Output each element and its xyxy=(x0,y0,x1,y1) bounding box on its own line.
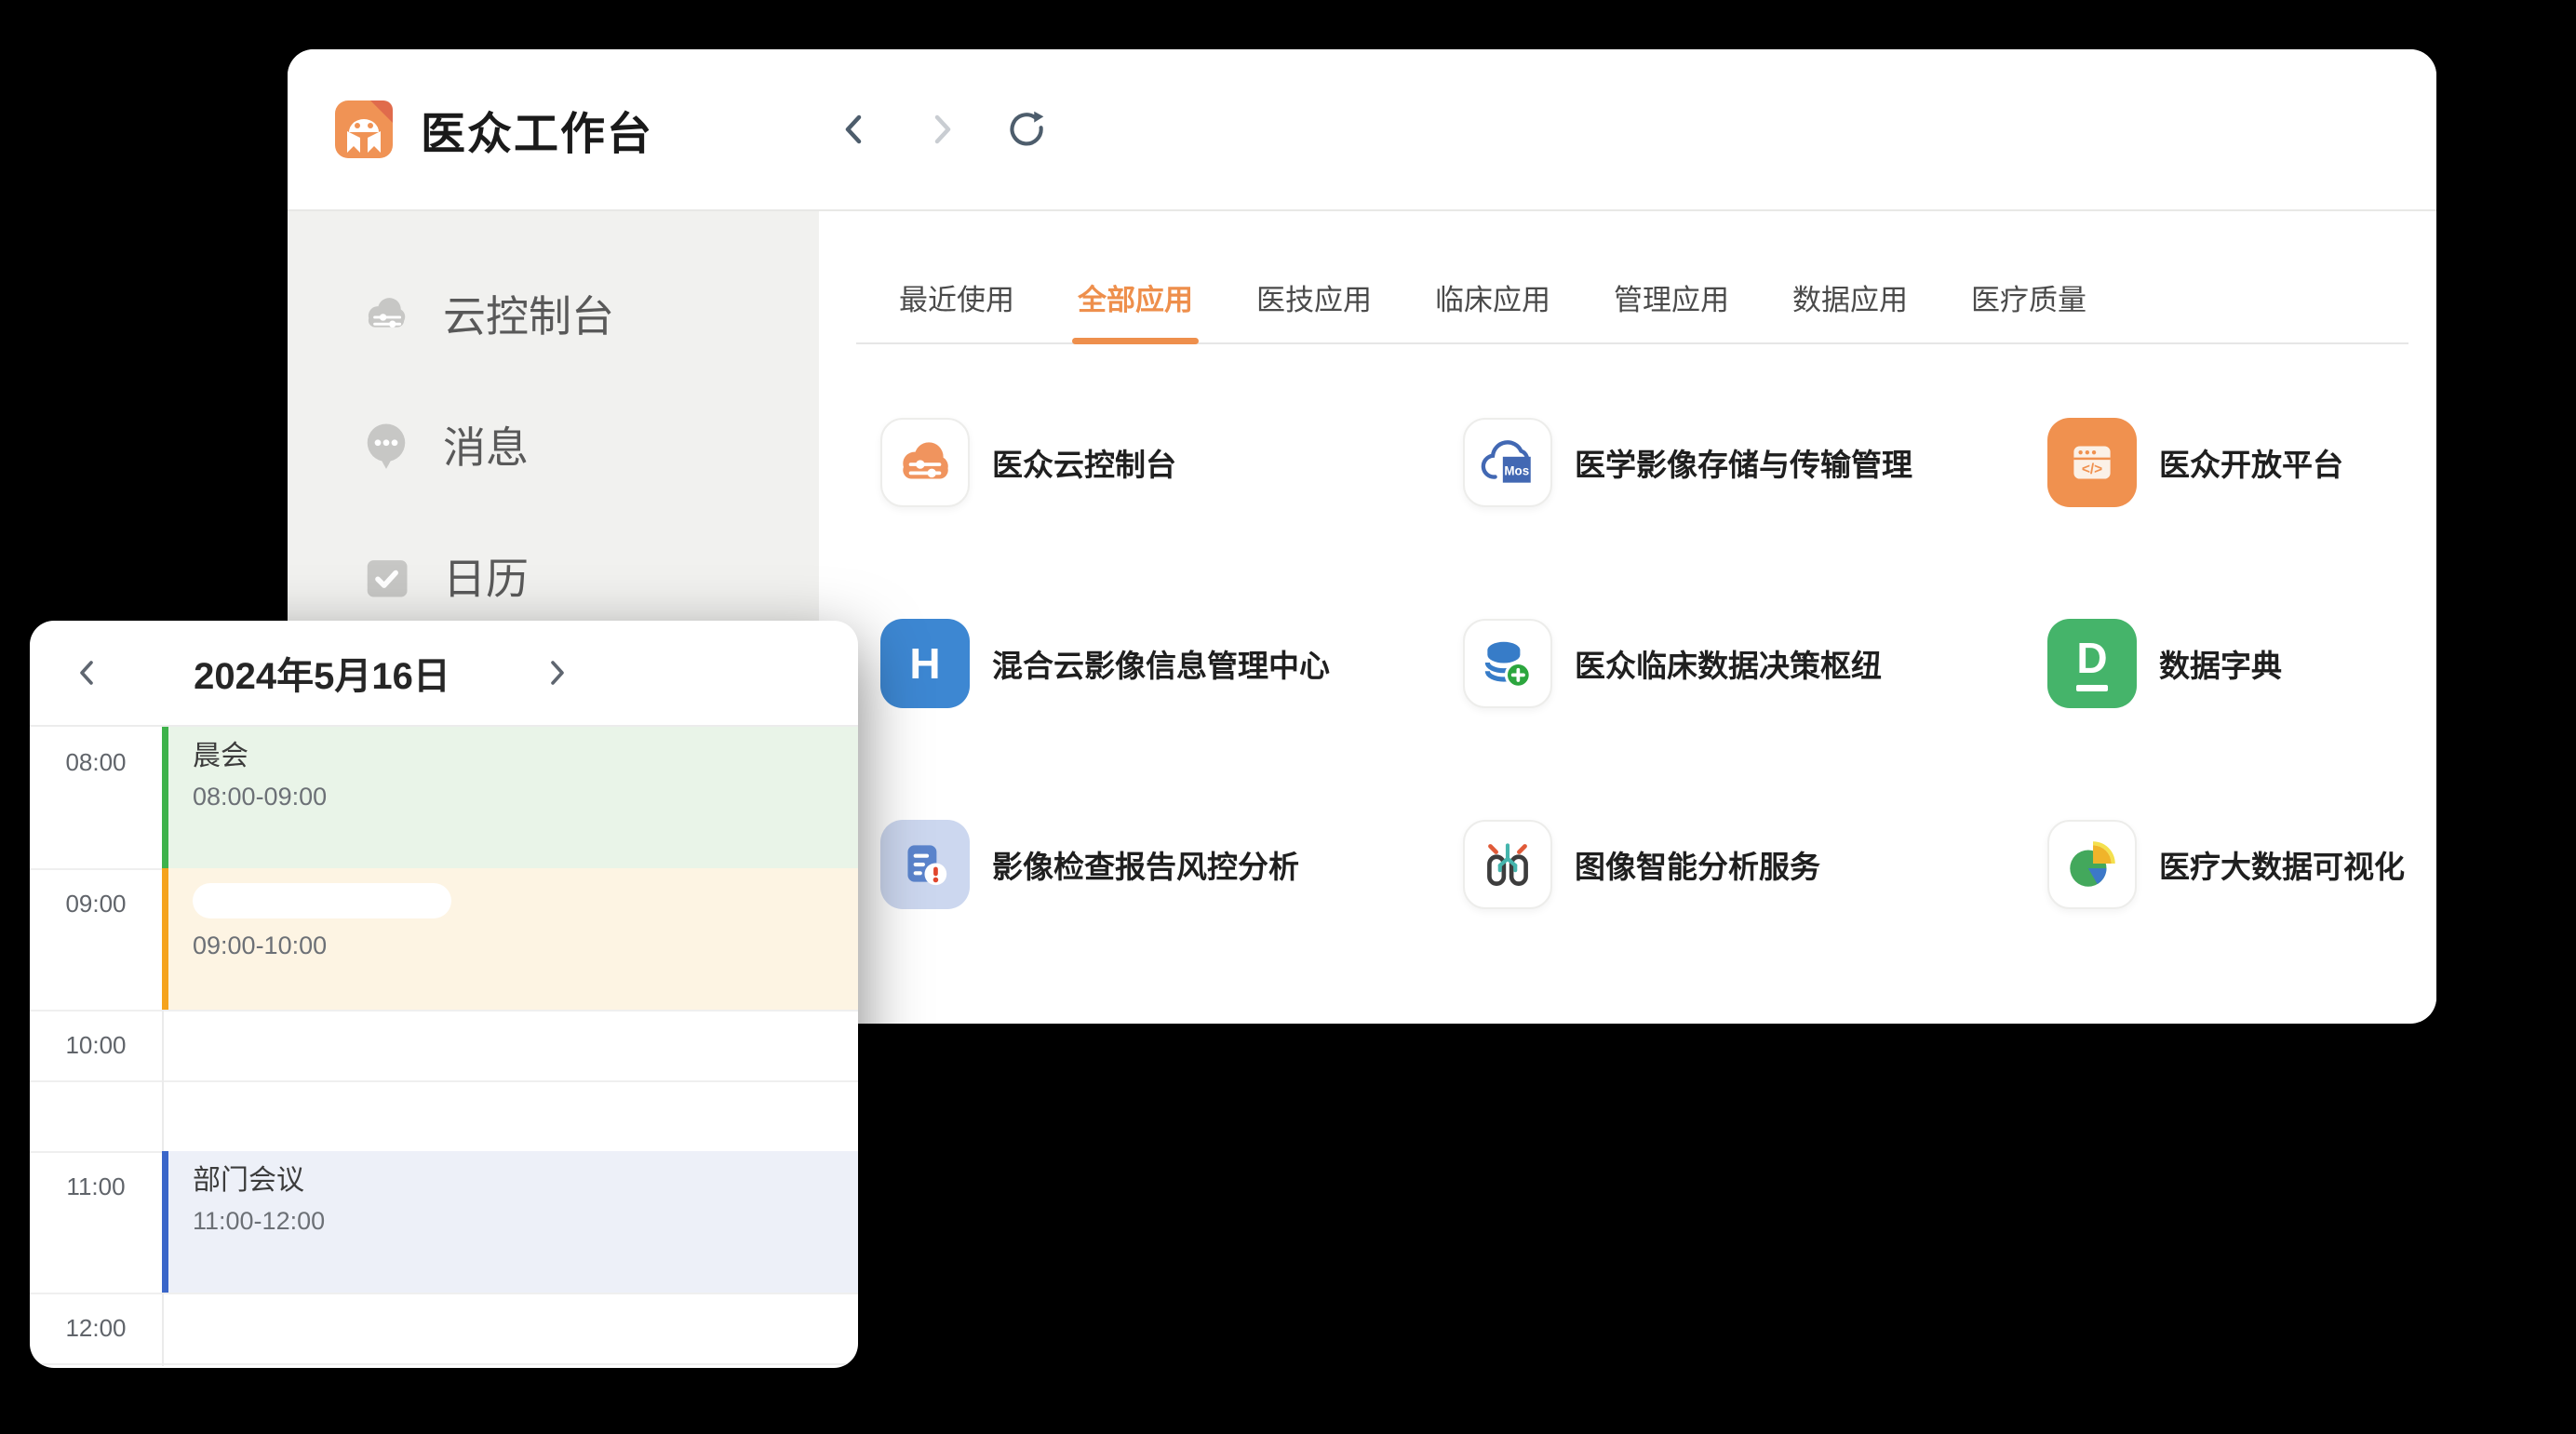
event-time: 11:00-12:00 xyxy=(193,1207,858,1236)
event-department-meeting[interactable]: 部门会议 11:00-12:00 xyxy=(162,1151,858,1293)
app-logo-icon xyxy=(335,101,393,158)
app-label: 数据字典 xyxy=(2159,641,2282,686)
time-label: 11:00 xyxy=(30,1173,162,1201)
tab-data-apps[interactable]: 数据应用 xyxy=(1792,276,1908,342)
app-clinical-data-hub[interactable]: 医众临床数据决策枢纽 xyxy=(1463,619,2047,708)
sidebar-item-cloud-console[interactable]: 云控制台 xyxy=(288,288,819,340)
content-area: 最近使用 全部应用 医技应用 临床应用 管理应用 数据应用 医疗质量 xyxy=(819,211,2436,1022)
calendar-next-button[interactable] xyxy=(536,652,577,693)
code-window-icon: </> xyxy=(2047,418,2137,507)
app-cloud-console[interactable]: 医众云控制台 xyxy=(880,418,1463,507)
app-label: 医学影像存储与传输管理 xyxy=(1575,440,1912,485)
event-morning-meeting[interactable]: 晨会 08:00-09:00 xyxy=(162,727,858,868)
event-title: 晨会 xyxy=(193,740,858,773)
pie-chart-icon xyxy=(2047,820,2137,909)
event-redacted[interactable]: 09:00-10:00 xyxy=(162,868,858,1010)
refresh-button[interactable] xyxy=(1006,109,1047,150)
app-label: 图像智能分析服务 xyxy=(1575,842,1820,887)
event-time: 08:00-09:00 xyxy=(193,783,858,811)
app-label: 混合云影像信息管理中心 xyxy=(992,641,1330,686)
app-bigdata-visualization[interactable]: 医疗大数据可视化 xyxy=(2047,820,2436,909)
chevron-left-icon xyxy=(848,117,859,141)
tab-medtech-apps[interactable]: 医技应用 xyxy=(1256,276,1372,342)
app-data-dictionary[interactable]: D 数据字典 xyxy=(2047,619,2436,708)
svg-text:Mos: Mos xyxy=(1504,463,1529,477)
sidebar-item-label: 日历 xyxy=(443,545,529,607)
time-label: 10:00 xyxy=(30,1031,162,1060)
time-label: 08:00 xyxy=(30,748,162,777)
app-image-storage[interactable]: Mos 医学影像存储与传输管理 xyxy=(1463,418,2047,507)
grid-line xyxy=(30,1010,858,1012)
forward-button[interactable] xyxy=(920,109,961,150)
calendar-header: 2024年5月16日 xyxy=(30,621,858,727)
app-label: 影像检查报告风控分析 xyxy=(992,842,1299,887)
sidebar-item-calendar[interactable]: 日历 xyxy=(288,550,819,602)
cloud-settings-icon xyxy=(361,288,411,339)
tab-management-apps[interactable]: 管理应用 xyxy=(1614,276,1729,342)
sidebar-item-label: 云控制台 xyxy=(443,283,614,344)
chevron-left-icon xyxy=(82,663,91,683)
event-title-placeholder xyxy=(193,883,451,918)
report-alert-icon xyxy=(880,820,970,909)
event-title: 部门会议 xyxy=(193,1164,858,1198)
cloud-sliders-icon xyxy=(880,418,970,507)
app-label: 医疗大数据可视化 xyxy=(2159,842,2405,887)
app-label: 医众开放平台 xyxy=(2159,440,2343,485)
app-label: 医众云控制台 xyxy=(992,440,1176,485)
app-report-risk-analysis[interactable]: 影像检查报告风控分析 xyxy=(880,820,1463,909)
tab-clinical-apps[interactable]: 临床应用 xyxy=(1435,276,1550,342)
back-button[interactable] xyxy=(835,109,876,150)
time-label: 12:00 xyxy=(30,1314,162,1343)
grid-line xyxy=(30,1363,858,1365)
tab-quality[interactable]: 医疗质量 xyxy=(1971,276,2086,342)
nav-controls xyxy=(835,49,1047,209)
calendar-panel: 2024年5月16日 08:00 09:00 10:00 11:00 12:00… xyxy=(30,621,858,1368)
window-header: 医众工作台 xyxy=(288,49,2436,211)
dictionary-icon: D xyxy=(2047,619,2137,708)
app-hybrid-cloud-imaging[interactable]: H 混合云影像信息管理中心 xyxy=(880,619,1463,708)
grid-line xyxy=(30,1293,858,1294)
window-title: 医众工作台 xyxy=(421,97,653,162)
tab-recent[interactable]: 最近使用 xyxy=(899,276,1014,342)
app-label: 医众临床数据决策枢纽 xyxy=(1575,641,1882,686)
sidebar-item-messages[interactable]: 消息 xyxy=(288,419,819,471)
database-plus-icon xyxy=(1463,619,1552,708)
chevron-right-icon xyxy=(553,663,562,683)
lungs-icon xyxy=(1463,820,1552,909)
cloud-mos-icon: Mos xyxy=(1463,418,1552,507)
chevron-right-icon xyxy=(937,117,948,141)
app-grid: 医众云控制台 Mos 医学影像存储与传输管理 xyxy=(819,344,2436,909)
time-label: 09:00 xyxy=(30,890,162,918)
event-time: 09:00-10:00 xyxy=(193,931,858,960)
calendar-body: 08:00 09:00 10:00 11:00 12:00 晨会 08:00-0… xyxy=(30,727,858,1366)
grid-line xyxy=(30,1080,858,1082)
chat-bubble-icon xyxy=(361,420,411,470)
sidebar-item-label: 消息 xyxy=(443,414,529,476)
tab-all-apps[interactable]: 全部应用 xyxy=(1078,276,1193,342)
tabs-bar: 最近使用 全部应用 医技应用 临床应用 管理应用 数据应用 医疗质量 xyxy=(856,211,2408,344)
calendar-prev-button[interactable] xyxy=(67,652,108,693)
app-image-ai-analysis[interactable]: 图像智能分析服务 xyxy=(1463,820,2047,909)
calendar-check-icon xyxy=(361,551,411,601)
letter-h-icon: H xyxy=(880,619,970,708)
calendar-date: 2024年5月16日 xyxy=(108,646,536,700)
svg-text:</>: </> xyxy=(2082,462,2102,477)
app-open-platform[interactable]: </> 医众开放平台 xyxy=(2047,418,2436,507)
